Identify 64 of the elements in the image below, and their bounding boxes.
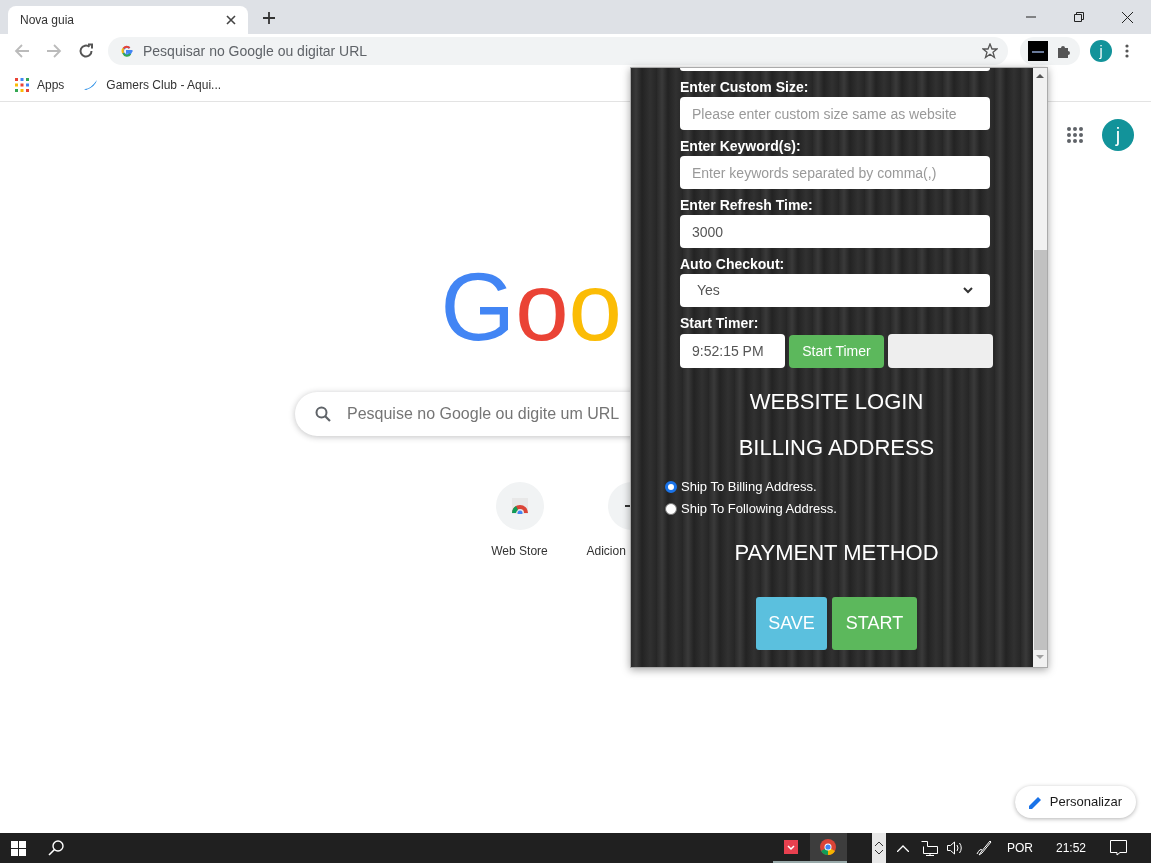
menu-icon[interactable] bbox=[1125, 44, 1129, 58]
field-label: Start Timer: bbox=[680, 315, 760, 332]
section-heading: BILLING ADDRESS bbox=[737, 435, 936, 461]
language-indicator[interactable]: POR bbox=[1006, 839, 1033, 857]
radio-button[interactable] bbox=[665, 481, 677, 493]
caret-up-icon[interactable] bbox=[896, 844, 909, 852]
profile-avatar[interactable]: j bbox=[1102, 119, 1134, 151]
taskbar-scroll[interactable] bbox=[871, 833, 886, 863]
field-label: Enter Custom Size: bbox=[680, 79, 810, 96]
field-label: Enter Keyword(s): bbox=[680, 138, 802, 155]
apps-grid-icon[interactable] bbox=[1066, 126, 1084, 144]
address-placeholder: Pesquisar no Google ou digitar URL bbox=[143, 41, 369, 61]
taskbar-app[interactable] bbox=[809, 833, 847, 863]
close-icon[interactable] bbox=[226, 15, 236, 25]
input-field[interactable]: Please enter custom size same as website bbox=[680, 97, 990, 130]
pen-icon[interactable] bbox=[975, 840, 992, 856]
notification-icon[interactable] bbox=[1110, 840, 1127, 856]
input-field[interactable]: Enter keywords separated by comma(,) bbox=[680, 156, 990, 189]
google-logo: Goo bbox=[440, 253, 622, 360]
chevron-up-icon bbox=[874, 841, 883, 846]
input-field[interactable]: 3000 bbox=[680, 215, 990, 248]
radio-label: Ship To Billing Address. bbox=[681, 478, 817, 497]
volume-icon[interactable] bbox=[946, 841, 964, 855]
field-label: Enter Refresh Time: bbox=[680, 197, 814, 214]
windows-icon[interactable] bbox=[11, 840, 26, 856]
radio-label: Ship To Following Address. bbox=[681, 500, 837, 519]
pencil-icon bbox=[1028, 795, 1042, 809]
section-heading: PAYMENT METHOD bbox=[733, 540, 940, 566]
tab-title: Nova guia bbox=[20, 12, 76, 29]
star-icon[interactable] bbox=[982, 43, 998, 59]
input-field[interactable] bbox=[680, 68, 990, 71]
network-icon[interactable] bbox=[920, 840, 938, 856]
web-store-icon bbox=[509, 498, 530, 514]
browser-tab[interactable]: Nova guia bbox=[8, 6, 248, 34]
scrollbar-thumb[interactable] bbox=[1033, 250, 1047, 650]
search-placeholder: Pesquise no Google ou digite um URL bbox=[347, 404, 620, 424]
search-icon[interactable] bbox=[48, 840, 64, 856]
new-tab-icon[interactable] bbox=[263, 12, 275, 24]
google-icon bbox=[120, 44, 134, 58]
reload-icon[interactable] bbox=[78, 43, 94, 59]
scroll-up-icon[interactable] bbox=[1036, 74, 1044, 78]
chevron-down-icon bbox=[874, 850, 883, 855]
select-field[interactable]: Yes bbox=[680, 274, 990, 307]
extension-icon[interactable] bbox=[1028, 41, 1048, 61]
chrome-icon bbox=[820, 839, 837, 855]
close-icon[interactable] bbox=[1122, 11, 1133, 23]
pocket-icon bbox=[784, 840, 799, 854]
search-icon bbox=[315, 406, 331, 422]
profile-avatar[interactable]: j bbox=[1090, 40, 1112, 62]
swoosh-icon bbox=[84, 79, 99, 90]
radio-button[interactable] bbox=[665, 503, 677, 515]
scrollbar[interactable] bbox=[1033, 68, 1047, 667]
field-label: Auto Checkout: bbox=[680, 256, 786, 273]
restore-icon[interactable] bbox=[1074, 12, 1084, 22]
clock[interactable]: 21:52 bbox=[1055, 839, 1086, 857]
shortcut-tile[interactable]: Web Store bbox=[463, 482, 576, 560]
customize-button[interactable]: Personalizar bbox=[1014, 786, 1136, 818]
address-bar[interactable]: Pesquisar no Google ou digitar URL bbox=[108, 37, 1008, 65]
time-field[interactable]: 9:52:15 PM bbox=[680, 333, 785, 368]
bookmark-item[interactable]: Apps bbox=[15, 75, 65, 94]
puzzle-icon[interactable] bbox=[1056, 43, 1072, 59]
bookmark-item[interactable]: Gamers Club - Aqui... bbox=[84, 75, 222, 94]
chevron-down-icon bbox=[963, 287, 973, 294]
apps-grid-icon bbox=[15, 77, 29, 92]
